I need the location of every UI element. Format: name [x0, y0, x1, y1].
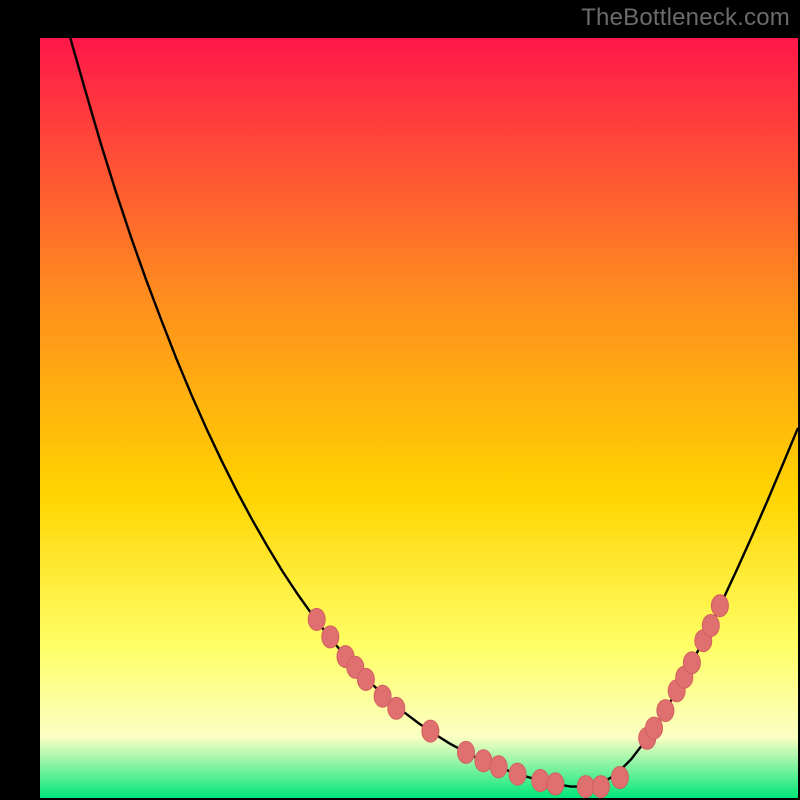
curve-marker — [532, 770, 549, 792]
curve-marker — [475, 750, 492, 772]
curve-marker — [458, 741, 475, 763]
curve-marker — [657, 700, 674, 722]
watermark-text: TheBottleneck.com — [581, 4, 790, 32]
curve-marker — [547, 773, 564, 795]
curve-marker — [490, 756, 507, 778]
curve-marker — [711, 595, 728, 617]
curve-marker — [577, 776, 594, 798]
curve-marker — [611, 767, 628, 789]
curve-marker — [322, 626, 339, 648]
chart-svg — [40, 38, 798, 798]
curve-marker — [702, 615, 719, 637]
chart-frame: TheBottleneck.com — [0, 0, 800, 800]
curve-marker — [592, 776, 609, 798]
curve-marker — [308, 608, 325, 630]
curve-marker — [646, 717, 663, 739]
chart-plot-area — [40, 38, 798, 798]
curve-marker — [683, 652, 700, 674]
curve-marker — [357, 668, 374, 690]
curve-marker — [509, 763, 526, 785]
curve-marker — [422, 720, 439, 742]
curve-marker — [388, 697, 405, 719]
